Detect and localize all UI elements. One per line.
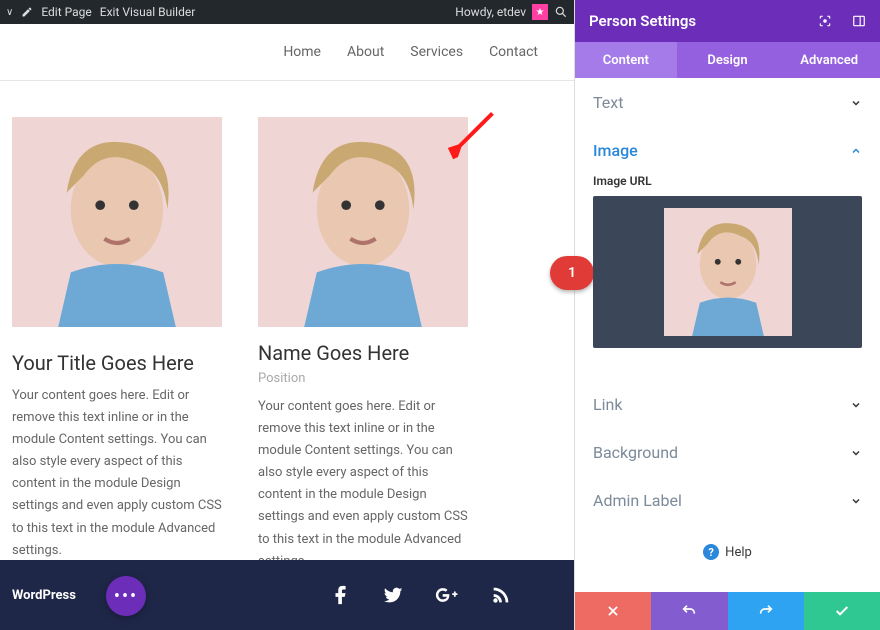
image-thumbnail[interactable]: [664, 208, 792, 336]
rss-icon[interactable]: [490, 584, 512, 606]
section-toggle[interactable]: Link: [593, 395, 862, 414]
redo-button[interactable]: [728, 592, 804, 630]
google-plus-icon[interactable]: [434, 584, 460, 606]
person-card[interactable]: Name Goes Here Position Your content goe…: [258, 117, 468, 573]
focus-icon[interactable]: [818, 14, 832, 28]
footer-brand: WordPress: [12, 588, 76, 603]
panel-title: Person Settings: [589, 12, 696, 30]
card-body[interactable]: Your content goes here. Edit or remove t…: [12, 385, 222, 562]
dock-icon[interactable]: [852, 14, 866, 28]
check-icon: [834, 603, 850, 619]
twitter-icon[interactable]: [382, 584, 404, 606]
card-position[interactable]: Position: [258, 371, 468, 386]
page-preview: ∨ Edit Page Exit Visual Builder Howdy, e…: [0, 0, 575, 630]
image-url-label: Image URL: [593, 174, 862, 188]
cancel-button[interactable]: [575, 592, 651, 630]
chevron-down-icon: [850, 495, 862, 507]
card-title[interactable]: Your Title Goes Here: [12, 351, 222, 375]
help-label: Help: [725, 545, 752, 560]
section-link: Link: [593, 380, 862, 428]
help-icon: ?: [703, 544, 719, 560]
redo-icon: [758, 603, 774, 619]
wp-admin-bar: ∨ Edit Page Exit Visual Builder Howdy, e…: [0, 0, 574, 24]
help-link[interactable]: ? Help: [593, 524, 862, 576]
site-nav: Home About Services Contact: [0, 24, 574, 80]
section-title: Background: [593, 443, 678, 462]
site-footer: WordPress: [0, 560, 574, 630]
tab-design[interactable]: Design: [677, 42, 779, 78]
section-title: Admin Label: [593, 491, 682, 510]
section-admin-label: Admin Label: [593, 476, 862, 524]
facebook-icon[interactable]: [330, 584, 352, 606]
chevron-up-icon: [850, 145, 862, 157]
person-image[interactable]: [258, 117, 468, 327]
nav-services[interactable]: Services: [410, 44, 463, 60]
exit-builder-link[interactable]: Exit Visual Builder: [100, 5, 196, 19]
chevron-down-icon: [850, 447, 862, 459]
panel-header[interactable]: Person Settings: [575, 0, 880, 42]
howdy-text[interactable]: Howdy, etdev: [455, 5, 526, 19]
person-cards: Your Title Goes Here Your content goes h…: [0, 81, 574, 593]
section-title: Text: [593, 93, 623, 112]
nav-contact[interactable]: Contact: [489, 44, 538, 60]
card-body[interactable]: Your content goes here. Edit or remove t…: [258, 396, 468, 573]
search-icon[interactable]: [554, 5, 568, 19]
section-image: Image Image URL: [593, 126, 862, 362]
panel-tabs: Content Design Advanced: [575, 42, 880, 78]
builder-fab-button[interactable]: •••: [106, 576, 146, 616]
wp-menu-chevron-icon[interactable]: ∨: [6, 7, 13, 18]
avatar-icon[interactable]: ★: [532, 4, 548, 20]
tab-advanced[interactable]: Advanced: [778, 42, 880, 78]
chevron-down-icon: [850, 399, 862, 411]
person-card[interactable]: Your Title Goes Here Your content goes h…: [12, 117, 222, 573]
undo-button[interactable]: [651, 592, 727, 630]
section-background: Background: [593, 428, 862, 476]
card-title[interactable]: Name Goes Here: [258, 341, 468, 365]
section-toggle[interactable]: Text: [593, 93, 862, 112]
person-image[interactable]: [12, 117, 222, 327]
section-toggle[interactable]: Background: [593, 443, 862, 462]
panel-actions: [575, 592, 880, 630]
confirm-button[interactable]: [804, 592, 880, 630]
section-text: Text: [593, 78, 862, 126]
pencil-icon[interactable]: [21, 6, 33, 18]
section-title: Link: [593, 395, 622, 414]
section-title: Image: [593, 141, 638, 160]
nav-home[interactable]: Home: [283, 44, 321, 60]
tab-content[interactable]: Content: [575, 42, 677, 78]
close-icon: [606, 604, 620, 618]
image-upload-well[interactable]: [593, 196, 862, 348]
panel-body: Text Image Image URL: [575, 78, 880, 592]
section-toggle[interactable]: Image: [593, 141, 862, 160]
section-toggle[interactable]: Admin Label: [593, 491, 862, 510]
undo-icon: [681, 603, 697, 619]
footer-social: [330, 584, 562, 606]
settings-panel: Person Settings Content Design Advanced …: [575, 0, 880, 630]
edit-page-link[interactable]: Edit Page: [41, 5, 91, 19]
chevron-down-icon: [850, 97, 862, 109]
nav-about[interactable]: About: [347, 44, 384, 60]
